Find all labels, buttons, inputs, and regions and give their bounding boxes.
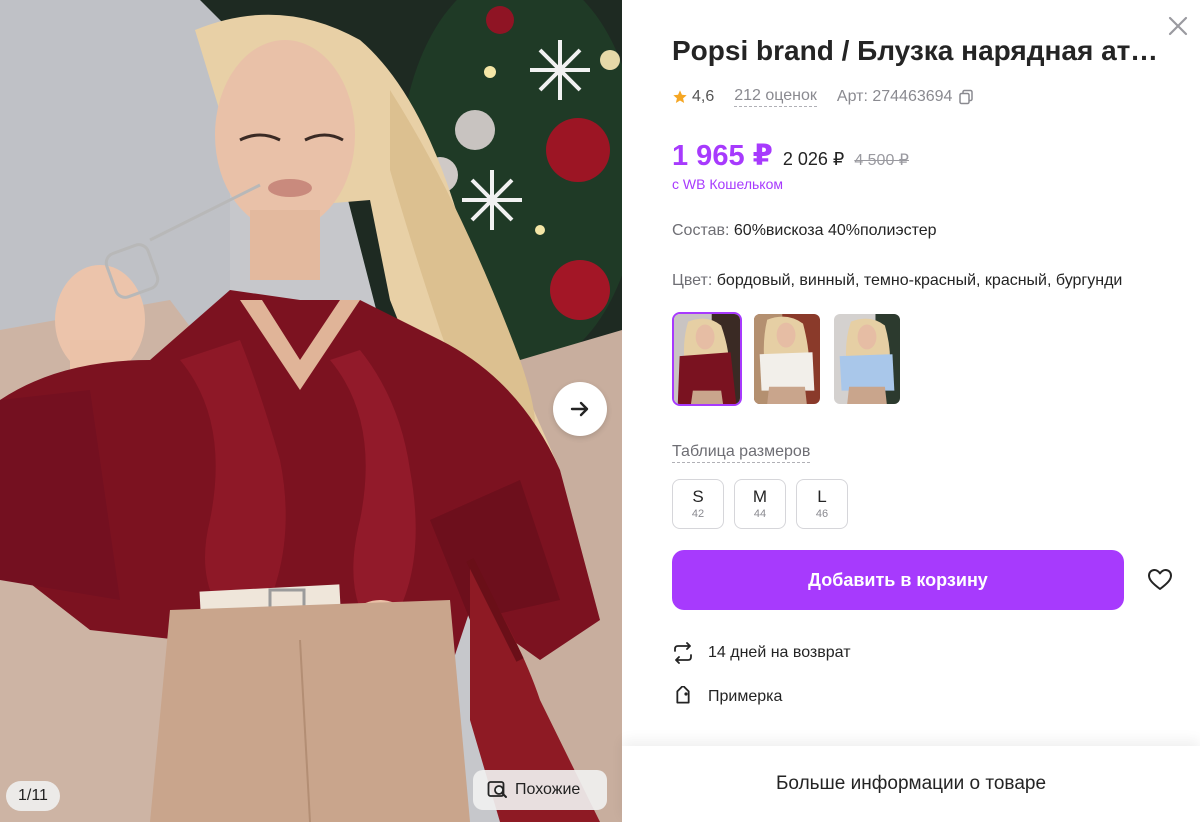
- price-row: 1 965 ₽ 2 026 ₽ 4 500 ₽: [672, 138, 909, 173]
- fitting-info: Примерка: [672, 686, 782, 708]
- add-to-cart-button[interactable]: Добавить в корзину: [672, 550, 1124, 610]
- tag-icon: [676, 686, 690, 704]
- close-icon: [1168, 16, 1188, 36]
- product-photo: [0, 0, 622, 822]
- color-line: Цвет: бордовый, винный, темно-красный, к…: [672, 272, 1122, 290]
- size-label: M: [752, 487, 768, 506]
- price-regular: 2 026 ₽: [782, 149, 845, 169]
- wallet-note: с WB Кошельком: [672, 176, 783, 192]
- size-option-s[interactable]: S 42: [672, 479, 724, 529]
- size-table-link[interactable]: Таблица размеров: [672, 441, 811, 463]
- product-title: Popsi brand / Блузка нарядная атласная с…: [672, 35, 1170, 66]
- fitting-text: Примерка: [708, 688, 783, 705]
- image-counter: 1/11: [6, 781, 60, 811]
- size-option-m[interactable]: M 44: [734, 479, 786, 529]
- size-label: S: [692, 487, 704, 506]
- color-label: Цвет:: [672, 272, 713, 289]
- heart-icon: [1148, 569, 1172, 590]
- product-gallery[interactable]: 1/11 Похожие: [0, 0, 622, 822]
- arrow-right-icon: [570, 401, 589, 417]
- article-number: Арт: 274463694: [837, 88, 975, 106]
- size-number: 44: [753, 508, 767, 520]
- size-number: 42: [691, 508, 705, 520]
- similar-label: Похожие: [515, 781, 581, 798]
- copy-icon[interactable]: [958, 89, 974, 105]
- swatch-burgundy[interactable]: [672, 312, 742, 406]
- size-label: L: [817, 487, 827, 506]
- composition-value: 60%вискоза 40%полиэстер: [733, 222, 937, 239]
- swatch-light-blue[interactable]: [832, 312, 902, 406]
- product-meta: 4,6 212 оценок Арт: 274463694: [672, 86, 974, 107]
- star-icon: [673, 89, 687, 103]
- size-number: 46: [815, 508, 829, 520]
- image-search-icon: [487, 781, 507, 798]
- price-wallet: 1 965 ₽: [672, 140, 773, 172]
- product-details: Popsi brand / Блузка нарядная атласная с…: [622, 0, 1200, 822]
- article-text: Арт: 274463694: [836, 87, 953, 105]
- swatch-white[interactable]: [752, 312, 822, 406]
- size-option-l[interactable]: L 46: [796, 479, 848, 529]
- price-old: 4 500 ₽: [854, 152, 909, 169]
- return-policy-text: 14 дней на возврат: [708, 644, 851, 661]
- composition-label: Состав:: [672, 222, 730, 239]
- reviews-link[interactable]: 212 оценок: [734, 86, 817, 107]
- more-info-button[interactable]: Больше информации о товаре: [622, 746, 1200, 822]
- product-modal: 1/11 Похожие Popsi brand / Блузка нарядн…: [0, 0, 1200, 822]
- return-policy: 14 дней на возврат: [672, 642, 851, 664]
- rating: 4,6: [672, 88, 714, 106]
- composition: Состав: 60%вискоза 40%полиэстер: [672, 222, 937, 240]
- favorite-button[interactable]: [1142, 562, 1178, 598]
- return-arrows-icon: [674, 642, 692, 664]
- color-swatches: [672, 312, 902, 406]
- next-image-button[interactable]: [553, 382, 607, 436]
- size-options: S 42 M 44 L 46: [672, 479, 848, 529]
- color-value: бордовый, винный, темно-красный, красный…: [716, 272, 1123, 289]
- rating-value: 4,6: [692, 87, 715, 105]
- similar-products-button[interactable]: Похожие: [473, 770, 607, 810]
